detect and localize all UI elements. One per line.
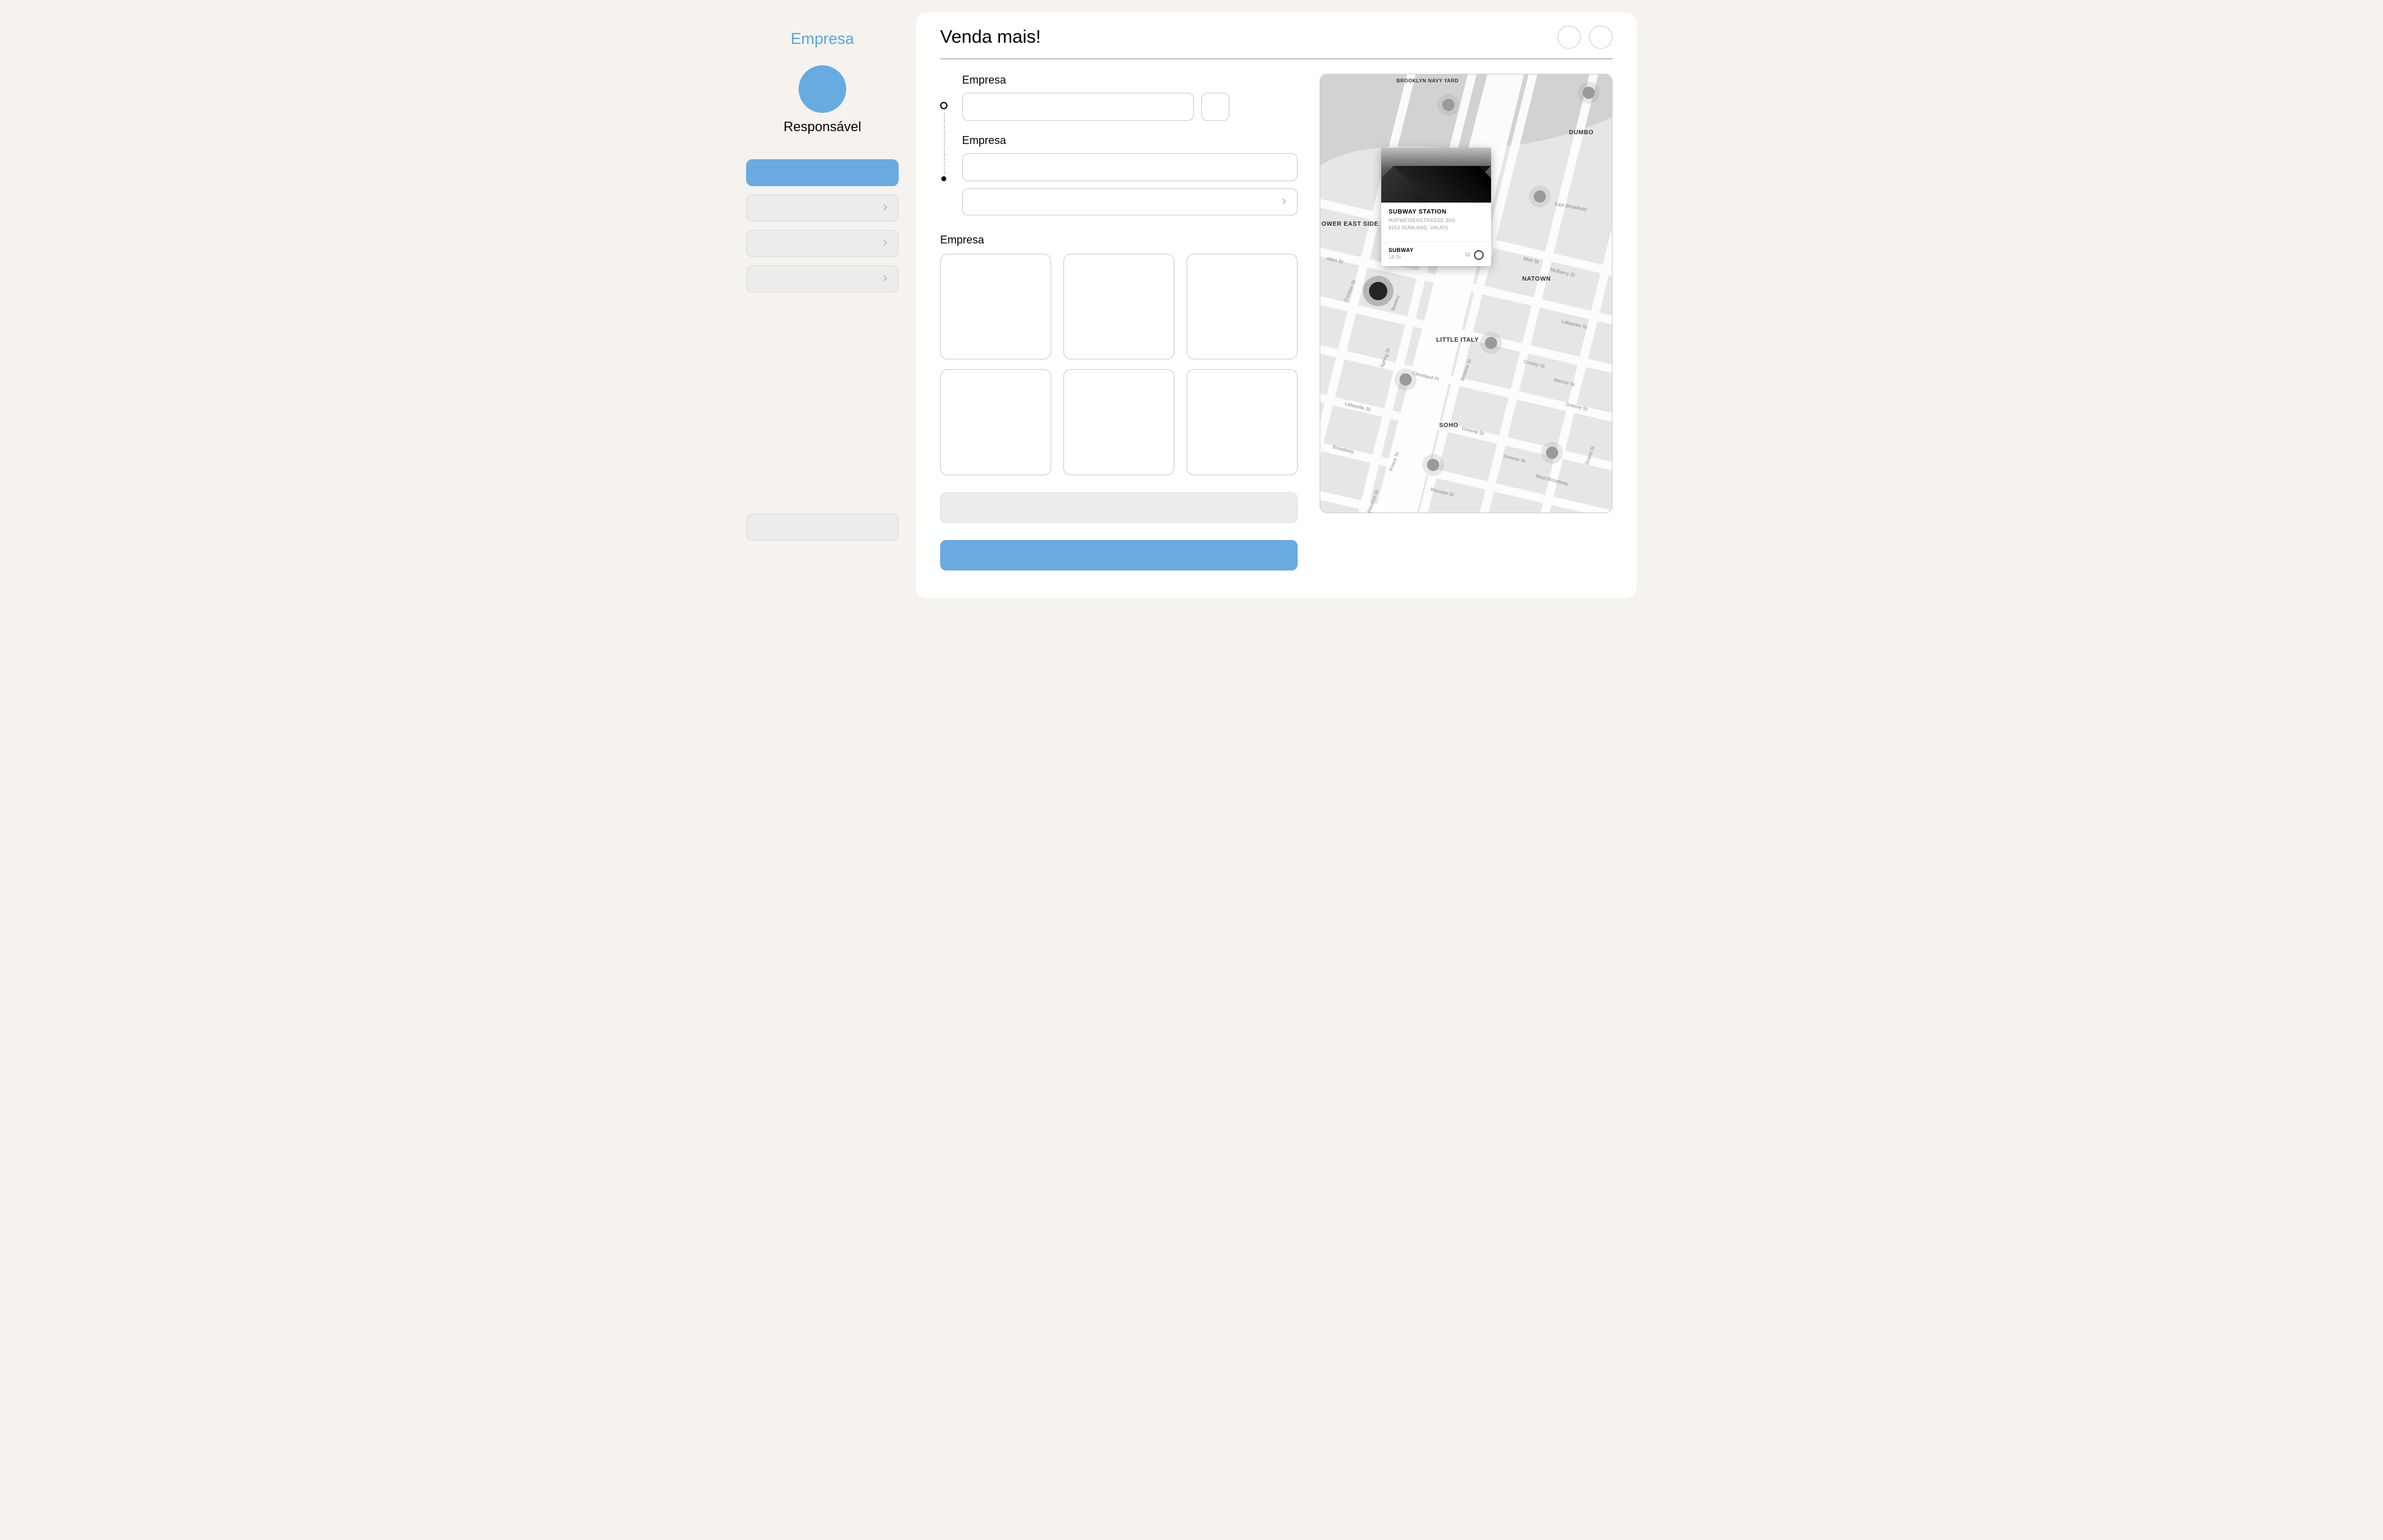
- option-tile-4[interactable]: [940, 369, 1051, 475]
- poi-address-line2: 8153 RÜMLAND, VALAIS: [1389, 225, 1462, 231]
- map-roads: [1320, 74, 1612, 513]
- map-district-label: OWER EAST SIDE: [1321, 221, 1358, 228]
- empresa-select[interactable]: [962, 189, 1298, 215]
- sidebar-primary-button[interactable]: [746, 159, 899, 186]
- sidebar-item-1[interactable]: [746, 195, 899, 221]
- header-action-1[interactable]: [1558, 26, 1581, 49]
- poi-count: 12: [1465, 252, 1470, 257]
- timeline-line: [944, 106, 945, 179]
- empresa-input-1[interactable]: [962, 93, 1194, 121]
- map-district-label: LITTLE ITALY: [1436, 337, 1479, 344]
- chevron-right-icon: [1281, 196, 1287, 207]
- poi-image: [1381, 148, 1491, 203]
- map-pin[interactable]: [1427, 459, 1439, 471]
- poi-ring-icon: [1474, 250, 1484, 260]
- map-pin[interactable]: [1485, 337, 1497, 349]
- map[interactable]: BROOKLYN NAVY YARD DUMBO OWER EAST SIDE …: [1320, 74, 1612, 513]
- sidebar-item-3[interactable]: [746, 265, 899, 292]
- option-tile-5[interactable]: [1063, 369, 1174, 475]
- sidebar-title: Empresa: [746, 12, 899, 56]
- map-pin[interactable]: [1583, 87, 1595, 99]
- option-grid: [940, 254, 1298, 475]
- map-district-label: SOHO: [1439, 422, 1458, 429]
- map-pin[interactable]: [1534, 190, 1546, 203]
- empresa-input-2[interactable]: [962, 153, 1298, 181]
- sidebar-bottom-button[interactable]: [746, 514, 899, 541]
- chevron-right-icon: [882, 273, 888, 284]
- option-tile-6[interactable]: [1187, 369, 1298, 475]
- map-district-label: BROOKLYN NAVY YARD: [1396, 78, 1445, 84]
- header-action-2[interactable]: [1589, 26, 1612, 49]
- map-district-label: NATOWN: [1522, 276, 1551, 282]
- input-aux-button[interactable]: [1201, 93, 1229, 121]
- sidebar-item-2[interactable]: [746, 230, 899, 257]
- field-label-1: Empresa: [962, 74, 1298, 87]
- map-pin[interactable]: [1546, 447, 1558, 459]
- map-pin[interactable]: [1400, 373, 1412, 386]
- field-label-2: Empresa: [962, 134, 1298, 147]
- chevron-right-icon: [882, 238, 888, 249]
- map-pin[interactable]: [1442, 99, 1454, 111]
- header-actions: [1558, 26, 1612, 49]
- map-column: BROOKLYN NAVY YARD DUMBO OWER EAST SIDE …: [1320, 74, 1612, 574]
- poi-title: SUBWAY STATION: [1389, 209, 1484, 215]
- main-header: Venda mais!: [940, 26, 1612, 59]
- timeline-dot-next: [941, 176, 946, 181]
- option-tile-2[interactable]: [1063, 254, 1174, 359]
- form-column: Empresa Empresa Empresa: [940, 74, 1298, 574]
- submit-button[interactable]: [940, 540, 1298, 570]
- map-poi-card[interactable]: SUBWAY STATION HOFWEISENSTRASSE 30/5 815…: [1381, 148, 1491, 266]
- timeline-dot-current: [940, 102, 947, 109]
- summary-bar: [940, 492, 1298, 523]
- chevron-right-icon: [882, 203, 888, 214]
- option-tile-3[interactable]: [1187, 254, 1298, 359]
- sidebar: Empresa Responsável: [746, 12, 899, 549]
- page-title: Venda mais!: [940, 27, 1041, 48]
- map-pin-selected[interactable]: [1369, 282, 1387, 300]
- option-tile-1[interactable]: [940, 254, 1051, 359]
- avatar[interactable]: [799, 65, 846, 113]
- field-label-3: Empresa: [940, 234, 1298, 246]
- poi-address-line1: HOFWEISENSTRASSE 30/5: [1389, 218, 1462, 224]
- main-card: Venda mais! Empresa Empresa: [916, 12, 1637, 598]
- avatar-label: Responsável: [746, 119, 899, 135]
- poi-category: SUBWAY: [1389, 247, 1414, 253]
- poi-hours: 18-36: [1389, 254, 1414, 260]
- map-district-label: DUMBO: [1569, 129, 1594, 136]
